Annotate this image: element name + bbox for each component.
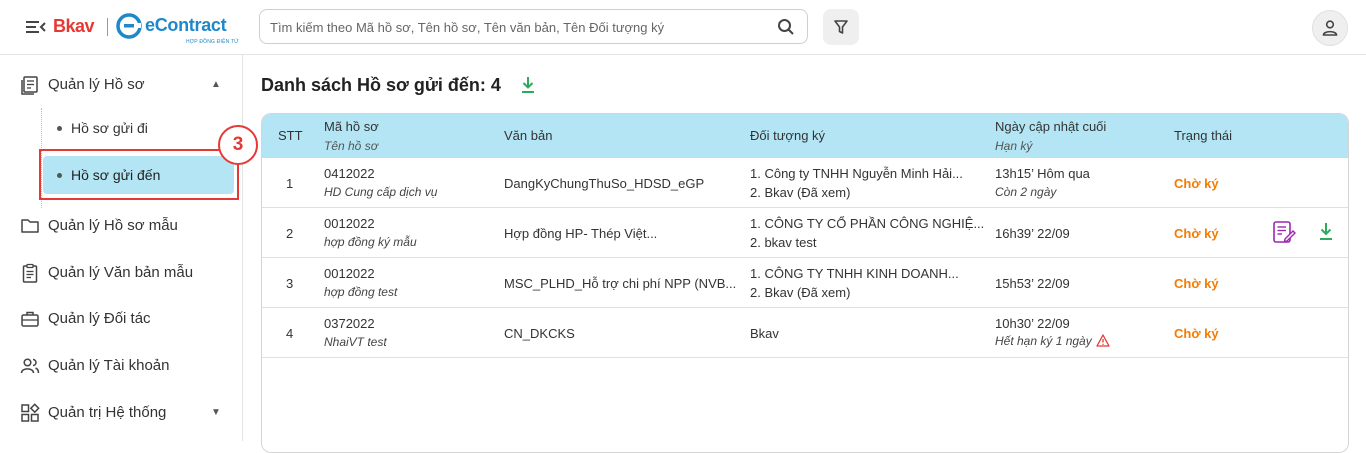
econtract-logo-icon [116, 13, 142, 39]
cell-doi-tuong-1: 1. CÔNG TY CỔ PHẦN CÔNG NGHIỆ... [750, 216, 985, 231]
col-stt: STT [278, 128, 303, 143]
download-icon[interactable] [1318, 222, 1334, 242]
apps-icon [21, 403, 40, 422]
sidebar-item-label: Quản lý Hồ sơ mẫu [48, 217, 178, 234]
cell-van-ban: DangKyChungThuSo_HDSD_eGP [504, 176, 705, 191]
cell-stt: 2 [286, 226, 294, 241]
col-ma-ho-so: Mã hồ sơ [324, 119, 379, 134]
cell-doi-tuong-1: Bkav [750, 326, 779, 341]
cell-ten: NhaiVT test [324, 335, 387, 349]
sidebar-item-label: Quản lý Tài khoản [48, 357, 170, 374]
clipboard-icon [22, 263, 38, 283]
table-row[interactable]: 2 0012022 hợp đồng ký mẫu Hợp đồng HP- T… [262, 208, 1348, 258]
cell-doi-tuong-1: 1. CÔNG TY TNHH KINH DOANH... [750, 266, 959, 281]
cell-van-ban: MSC_PLHD_Hỗ trợ chi phí NPP (NVB... [504, 276, 737, 291]
cell-doi-tuong-2: 2. Bkav (Đã xem) [750, 185, 851, 200]
caret-up-icon[interactable]: ▲ [211, 79, 221, 90]
bkav-logo: Bkav [53, 16, 95, 36]
cell-ten: hợp đồng test [324, 285, 398, 299]
folder-icon [21, 219, 39, 233]
sidebar-item-quan-ly-ho-so[interactable]: Quản lý Hồ sơ ▲ [0, 65, 243, 105]
menu-collapse-icon[interactable] [26, 18, 46, 36]
cell-han: Còn 2 ngày [995, 185, 1057, 199]
search-box [259, 9, 808, 44]
col-van-ban: Văn bản [504, 128, 553, 143]
logo-separator [107, 18, 108, 36]
sign-document-icon[interactable] [1272, 220, 1296, 244]
cell-ten: hợp đồng ký mẫu [324, 235, 417, 249]
filter-icon [834, 20, 848, 34]
download-icon[interactable] [520, 76, 536, 94]
cell-ma: 0012022 [324, 216, 375, 231]
sidebar-item-quan-ly-doi-tac[interactable]: Quản lý Đối tác [0, 299, 243, 339]
cell-han-wrapper: Hết hạn ký 1 ngày [995, 334, 1110, 348]
status-badge: Chờ ký [1174, 226, 1219, 241]
document-list-icon [21, 76, 38, 95]
sidebar-item-quan-ly-van-ban-mau[interactable]: Quản lý Văn bản mẫu [0, 253, 243, 293]
sidebar: Quản lý Hồ sơ ▲ Hồ sơ gửi đi Hồ sơ gửi đ… [0, 55, 243, 441]
caret-down-icon[interactable]: ▼ [211, 407, 221, 418]
sidebar-item-quan-ly-ho-so-mau[interactable]: Quản lý Hồ sơ mẫu [0, 206, 243, 246]
cell-stt: 4 [286, 326, 294, 341]
sidebar-subitem-label: Hồ sơ gửi đi [71, 120, 148, 136]
econtract-logo-text: eContract [145, 15, 227, 35]
user-avatar-button[interactable] [1312, 10, 1348, 46]
top-header: Bkav eContract HỢP ĐỒNG ĐIỆN TỬ [0, 0, 1366, 55]
annotation-step-number: 3 [218, 125, 258, 165]
search-input[interactable] [270, 17, 770, 37]
filter-button[interactable] [823, 9, 859, 45]
table-row[interactable]: 4 0372022 NhaiVT test CN_DKCKS Bkav 10h3… [262, 308, 1348, 358]
table-row[interactable]: 1 0412022 HD Cung cấp dịch vụ DangKyChun… [262, 158, 1348, 208]
sidebar-item-label: Quản lý Hồ sơ [48, 76, 145, 93]
cell-doi-tuong-2: 2. bkav test [750, 235, 817, 250]
cell-stt: 1 [286, 176, 294, 191]
cell-ngay: 16h39’ 22/09 [995, 226, 1070, 241]
cell-ngay: 13h15’ Hôm qua [995, 166, 1090, 181]
warning-icon [1096, 334, 1110, 347]
user-icon [1322, 20, 1338, 36]
table-header: STT Mã hồ sơ Tên hồ sơ Văn bản Đối tượng… [262, 114, 1348, 158]
briefcase-icon [21, 311, 39, 327]
col-doi-tuong-ky: Đối tượng ký [750, 128, 826, 143]
status-badge: Chờ ký [1174, 176, 1219, 191]
sidebar-item-quan-tri-he-thong[interactable]: Quản trị Hệ thống ▼ [0, 393, 243, 433]
table-row[interactable]: 3 0012022 hợp đồng test MSC_PLHD_Hỗ trợ … [262, 258, 1348, 308]
bullet-dot [57, 126, 62, 131]
search-icon[interactable] [777, 18, 795, 36]
cell-han: Hết hạn ký 1 ngày [995, 334, 1092, 348]
col-han-ky: Hạn ký [995, 139, 1033, 153]
cell-van-ban: Hợp đồng HP- Thép Việt... [504, 226, 658, 241]
annotation-highlight-box [39, 149, 239, 200]
col-ten-ho-so: Tên hồ sơ [324, 139, 378, 153]
page-title: Danh sách Hồ sơ gửi đến: 4 [261, 75, 501, 95]
status-badge: Chờ ký [1174, 276, 1219, 291]
cell-ngay: 15h53’ 22/09 [995, 276, 1070, 291]
sidebar-item-label: Quản trị Hệ thống [48, 404, 167, 421]
cell-ma: 0012022 [324, 266, 375, 281]
documents-table: STT Mã hồ sơ Tên hồ sơ Văn bản Đối tượng… [261, 113, 1349, 453]
econtract-logo-subtitle: HỢP ĐỒNG ĐIỆN TỬ [186, 39, 239, 45]
cell-doi-tuong-1: 1. Công ty TNHH Nguyễn Minh Hải... [750, 166, 963, 181]
sidebar-subitem-ho-so-gui-di[interactable]: Hồ sơ gửi đi [43, 109, 234, 147]
cell-stt: 3 [286, 276, 294, 291]
col-trang-thai: Trạng thái [1174, 128, 1233, 143]
cell-doi-tuong-2: 2. Bkav (Đã xem) [750, 285, 851, 300]
sidebar-item-label: Quản lý Đối tác [48, 310, 151, 327]
cell-ma: 0372022 [324, 316, 375, 331]
sidebar-item-label: Quản lý Văn bản mẫu [48, 264, 194, 281]
cell-ngay: 10h30’ 22/09 [995, 316, 1070, 331]
cell-ten: HD Cung cấp dịch vụ [324, 185, 438, 199]
status-badge: Chờ ký [1174, 326, 1219, 341]
col-ngay-cap-nhat: Ngày cập nhật cuối [995, 119, 1107, 134]
users-icon [20, 358, 40, 374]
cell-ma: 0412022 [324, 166, 375, 181]
sidebar-item-quan-ly-tai-khoan[interactable]: Quản lý Tài khoản [0, 346, 243, 386]
cell-van-ban: CN_DKCKS [504, 326, 575, 341]
